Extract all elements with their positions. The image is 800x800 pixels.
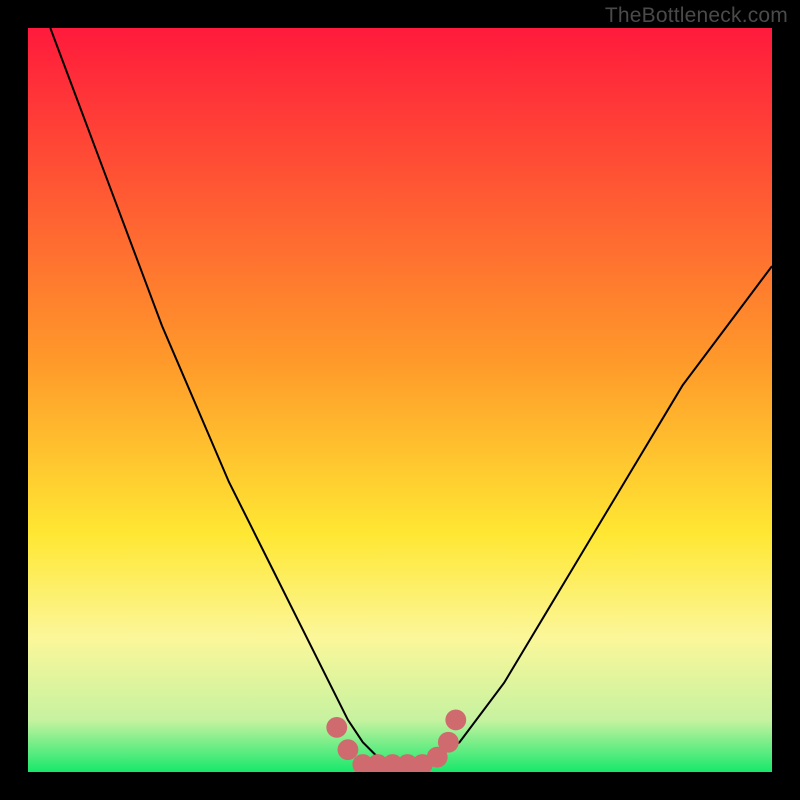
highlight-dot [438,732,459,753]
plot-area [28,28,772,772]
watermark-text: TheBottleneck.com [605,4,788,28]
curve-layer [28,28,772,772]
bottleneck-curve [50,28,772,765]
chart-stage: TheBottleneck.com [0,0,800,800]
highlight-dot [326,717,347,738]
highlight-dot [338,739,359,760]
highlight-dot [445,710,466,731]
